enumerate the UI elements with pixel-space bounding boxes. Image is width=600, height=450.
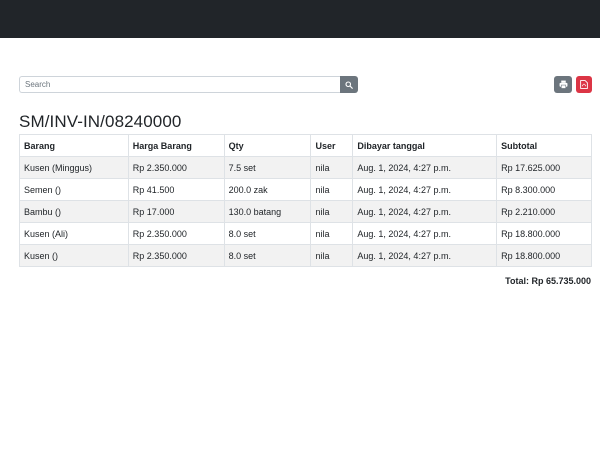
- table-row: Semen () Rp 41.500 200.0 zak nila Aug. 1…: [19, 178, 592, 201]
- cell-dibayar-tanggal: Aug. 1, 2024, 4:27 p.m.: [352, 200, 498, 223]
- column-header-user: User: [310, 134, 354, 157]
- table-row: Bambu () Rp 17.000 130.0 batang nila Aug…: [19, 200, 592, 223]
- cell-barang: Kusen (): [19, 244, 129, 267]
- cell-barang: Bambu (): [19, 200, 129, 223]
- column-header-barang: Barang: [19, 134, 129, 157]
- cell-qty: 7.5 set: [223, 156, 312, 179]
- cell-qty: 8.0 set: [223, 222, 312, 245]
- export-pdf-button[interactable]: [576, 76, 592, 93]
- invoice-table: Barang Harga Barang Qty User Dibayar tan…: [19, 134, 592, 267]
- print-icon: [559, 80, 567, 89]
- cell-harga-barang: Rp 2.350.000: [127, 156, 225, 179]
- column-header-qty: Qty: [223, 134, 312, 157]
- column-header-harga-barang: Harga Barang: [127, 134, 225, 157]
- cell-subtotal: Rp 18.800.000: [496, 244, 592, 267]
- cell-subtotal: Rp 2.210.000: [496, 200, 592, 223]
- cell-barang: Kusen (Ali): [19, 222, 129, 245]
- table-row: Kusen (Ali) Rp 2.350.000 8.0 set nila Au…: [19, 222, 592, 245]
- column-header-dibayar-tanggal: Dibayar tanggal: [352, 134, 498, 157]
- cell-harga-barang: Rp 2.350.000: [127, 222, 225, 245]
- cell-dibayar-tanggal: Aug. 1, 2024, 4:27 p.m.: [352, 156, 498, 179]
- column-header-subtotal: Subtotal: [496, 134, 592, 157]
- invoice-number: SM/INV-IN/08240000: [19, 112, 182, 131]
- search-input[interactable]: [19, 76, 340, 93]
- cell-user: nila: [310, 178, 354, 201]
- cell-qty: 130.0 batang: [223, 200, 312, 223]
- cell-subtotal: Rp 17.625.000: [496, 156, 592, 179]
- cell-dibayar-tanggal: Aug. 1, 2024, 4:27 p.m.: [352, 244, 498, 267]
- cell-dibayar-tanggal: Aug. 1, 2024, 4:27 p.m.: [352, 178, 498, 201]
- cell-harga-barang: Rp 41.500: [127, 178, 225, 201]
- cell-qty: 200.0 zak: [223, 178, 312, 201]
- cell-barang: Kusen (Minggus): [19, 156, 129, 179]
- table-header-row: Barang Harga Barang Qty User Dibayar tan…: [19, 134, 592, 157]
- cell-subtotal: Rp 8.300.000: [496, 178, 592, 201]
- cell-barang: Semen (): [19, 178, 129, 201]
- cell-user: nila: [310, 222, 354, 245]
- cell-qty: 8.0 set: [223, 244, 312, 267]
- cell-subtotal: Rp 18.800.000: [496, 222, 592, 245]
- cell-user: nila: [310, 156, 354, 179]
- cell-user: nila: [310, 200, 354, 223]
- table-row: Kusen () Rp 2.350.000 8.0 set nila Aug. …: [19, 244, 592, 267]
- invoice-total: Total: Rp 65.735.000: [505, 276, 591, 286]
- file-pdf-icon: [580, 80, 588, 89]
- search-icon: [345, 80, 353, 89]
- cell-user: nila: [310, 244, 354, 267]
- print-button[interactable]: [554, 76, 572, 93]
- cell-dibayar-tanggal: Aug. 1, 2024, 4:27 p.m.: [352, 222, 498, 245]
- cell-harga-barang: Rp 2.350.000: [127, 244, 225, 267]
- search-button[interactable]: [340, 76, 358, 93]
- top-navbar: [0, 0, 600, 38]
- cell-harga-barang: Rp 17.000: [127, 200, 225, 223]
- table-row: Kusen (Minggus) Rp 2.350.000 7.5 set nil…: [19, 156, 592, 179]
